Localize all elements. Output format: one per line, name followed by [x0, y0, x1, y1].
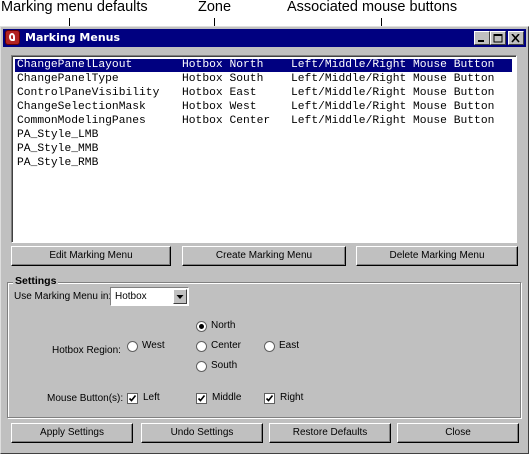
close-button[interactable]	[508, 31, 524, 45]
dropdown-button[interactable]	[173, 289, 187, 304]
undo-settings-button[interactable]: Undo Settings	[141, 423, 263, 443]
list-item[interactable]: ChangePanelType Hotbox South Left/Middle…	[15, 73, 512, 86]
maya-app-icon[interactable]	[5, 30, 20, 45]
delete-marking-menu-button[interactable]: Delete Marking Menu	[356, 246, 518, 266]
region-north-radio[interactable]	[196, 321, 207, 332]
mouse-buttons-label: Mouse Button(s):	[47, 393, 124, 404]
list-item-buttons: Left/Middle/Right Mouse Button	[291, 73, 495, 85]
mouse-button-left-label: Left	[143, 392, 160, 403]
list-item-name: PA_Style_RMB	[17, 157, 99, 169]
marking-menu-list[interactable]: ChangePanelLayout Hotbox North Left/Midd…	[11, 55, 517, 243]
hotbox-region-label: Hotbox Region:	[52, 345, 121, 356]
region-east-label: East	[279, 340, 300, 351]
region-south-radio[interactable]	[196, 361, 207, 372]
list-item-name: ChangePanelType	[17, 73, 119, 85]
apply-settings-button[interactable]: Apply Settings	[11, 423, 133, 443]
callout-marking-menu-defaults: Marking menu defaults	[1, 0, 148, 15]
callout-zone: Zone	[198, 0, 232, 15]
list-item-buttons: Left/Middle/Right Mouse Button	[291, 115, 495, 127]
minimize-button[interactable]	[474, 31, 490, 45]
edit-marking-menu-button[interactable]: Edit Marking Menu	[11, 246, 171, 266]
mouse-button-right-checkbox[interactable]	[264, 393, 275, 404]
close-icon	[511, 34, 520, 43]
list-item-name: PA_Style_MMB	[17, 143, 99, 155]
list-item[interactable]: PA_Style_LMB	[15, 129, 512, 142]
restore-defaults-button[interactable]: Restore Defaults	[269, 423, 391, 443]
mouse-button-right-label: Right	[280, 392, 304, 403]
list-item[interactable]: ChangePanelLayout Hotbox North Left/Midd…	[15, 59, 512, 72]
checkmark-icon	[265, 395, 274, 402]
checkmark-icon	[197, 395, 206, 402]
list-item[interactable]: PA_Style_MMB	[15, 143, 512, 156]
list-item[interactable]: ChangeSelectionMask Hotbox West Left/Mid…	[15, 101, 512, 114]
region-west-label: West	[142, 340, 165, 351]
region-north-label: North	[211, 320, 236, 331]
region-east-radio[interactable]	[264, 341, 275, 352]
create-marking-menu-button[interactable]: Create Marking Menu	[182, 246, 346, 266]
use-marking-menu-in-select[interactable]: Hotbox	[110, 287, 189, 306]
list-item-zone: Hotbox South	[182, 73, 264, 85]
list-item[interactable]: ControlPaneVisibility Hotbox East Left/M…	[15, 87, 512, 100]
title-bar[interactable]: Marking Menus	[3, 29, 526, 47]
list-item-name: CommonModelingPanes	[17, 115, 146, 127]
list-item-name: ChangeSelectionMask	[17, 101, 146, 113]
chevron-down-icon	[176, 295, 184, 299]
region-west-radio[interactable]	[127, 341, 138, 352]
list-item-zone: Hotbox East	[182, 87, 257, 99]
settings-title: Settings	[13, 275, 59, 287]
mouse-button-middle-checkbox[interactable]	[196, 393, 207, 404]
checkmark-icon	[128, 395, 137, 402]
marking-menus-window: Marking Menus ChangePanelLayout Hotbox N…	[0, 26, 529, 454]
region-center-label: Center	[211, 340, 242, 351]
list-item-name: PA_Style_LMB	[17, 129, 99, 141]
list-item-buttons: Left/Middle/Right Mouse Button	[291, 87, 495, 99]
list-item-name: ControlPaneVisibility	[17, 87, 160, 99]
mouse-button-middle-label: Middle	[212, 392, 242, 403]
use-marking-menu-in-value: Hotbox	[115, 291, 147, 302]
list-item[interactable]: CommonModelingPanes Hotbox Center Left/M…	[15, 115, 512, 128]
close-dialog-button[interactable]: Close	[397, 423, 519, 443]
minimize-icon	[478, 40, 484, 42]
region-south-label: South	[211, 360, 238, 371]
callout-associated-mouse-buttons: Associated mouse buttons	[287, 0, 458, 15]
list-item-name: ChangePanelLayout	[17, 59, 133, 71]
list-item-zone: Hotbox North	[182, 59, 264, 71]
use-marking-menu-in-label: Use Marking Menu in:	[14, 291, 112, 302]
list-item-zone: Hotbox Center	[182, 115, 271, 127]
list-item-buttons: Left/Middle/Right Mouse Button	[291, 101, 495, 113]
list-item[interactable]: PA_Style_RMB	[15, 157, 512, 170]
maximize-button[interactable]	[490, 31, 506, 45]
mouse-button-left-checkbox[interactable]	[127, 393, 138, 404]
region-center-radio[interactable]	[196, 341, 207, 352]
list-item-buttons: Left/Middle/Right Mouse Button	[291, 59, 495, 71]
maximize-icon	[493, 34, 503, 43]
window-title: Marking Menus	[25, 31, 121, 44]
list-item-zone: Hotbox West	[182, 101, 257, 113]
